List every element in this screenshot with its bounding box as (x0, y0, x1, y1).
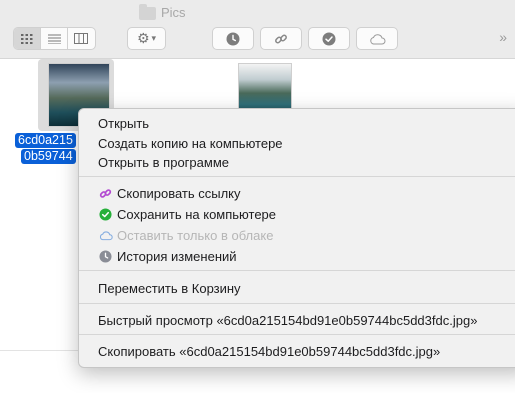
menu-separator (79, 176, 515, 177)
toolbar-overflow-icon[interactable]: » (499, 29, 507, 45)
copy-link-button[interactable] (260, 27, 302, 50)
checkmark-circle-icon (98, 207, 113, 222)
cloud-icon (98, 228, 113, 243)
action-menu-button[interactable]: ⚙ ▾ (127, 27, 166, 50)
link-icon (98, 186, 113, 201)
remove-download-button[interactable] (356, 27, 398, 50)
menu-item-save-locally[interactable]: Сохранить на компьютере (98, 205, 276, 223)
window-title: Pics (139, 3, 186, 20)
menu-item-open-with[interactable]: Открыть в программе (98, 153, 229, 171)
list-view-icon[interactable] (41, 28, 68, 49)
keep-downloaded-button[interactable] (308, 27, 350, 50)
window-title-text: Pics (161, 4, 186, 20)
clock-icon (98, 249, 113, 264)
menu-item-copy-file[interactable]: Скопировать «6cd0a215154bd91e0b59744bc5d… (98, 342, 440, 360)
menu-separator (79, 270, 515, 271)
view-mode-segmented-control (13, 27, 96, 50)
menu-item-move-to-trash[interactable]: Переместить в Корзину (98, 279, 241, 297)
history-button[interactable] (212, 27, 254, 50)
menu-item-open[interactable]: Открыть (98, 114, 149, 132)
menu-item-quick-look[interactable]: Быстрый просмотр «6cd0a215154bd91e0b5974… (98, 311, 477, 329)
cloud-icon (369, 33, 385, 44)
checkmark-icon (322, 32, 336, 45)
divider (0, 350, 80, 351)
columns-view-icon[interactable] (68, 28, 94, 49)
icons-view-icon[interactable] (14, 28, 41, 49)
gear-icon: ⚙ (136, 30, 150, 46)
menu-item-copy-link[interactable]: Скопировать ссылку (98, 184, 241, 202)
menu-separator (79, 334, 515, 335)
menu-item-version-history[interactable]: История изменений (98, 247, 237, 265)
menu-item-keep-in-cloud: Оставить только в облаке (98, 226, 273, 244)
menu-separator (79, 303, 515, 304)
context-menu: Открыть Создать копию на компьютере Откр… (78, 108, 515, 368)
clock-icon (226, 32, 240, 45)
menu-item-make-local-copy[interactable]: Создать копию на компьютере (98, 134, 283, 152)
link-icon (275, 34, 287, 43)
selected-file-name[interactable]: 6cd0a215 0b59744 (15, 133, 76, 165)
finder-toolbar: Pics ⚙ ▾ » (0, 0, 515, 59)
chevron-down-icon: ▾ (151, 33, 157, 43)
folder-icon (139, 3, 156, 20)
